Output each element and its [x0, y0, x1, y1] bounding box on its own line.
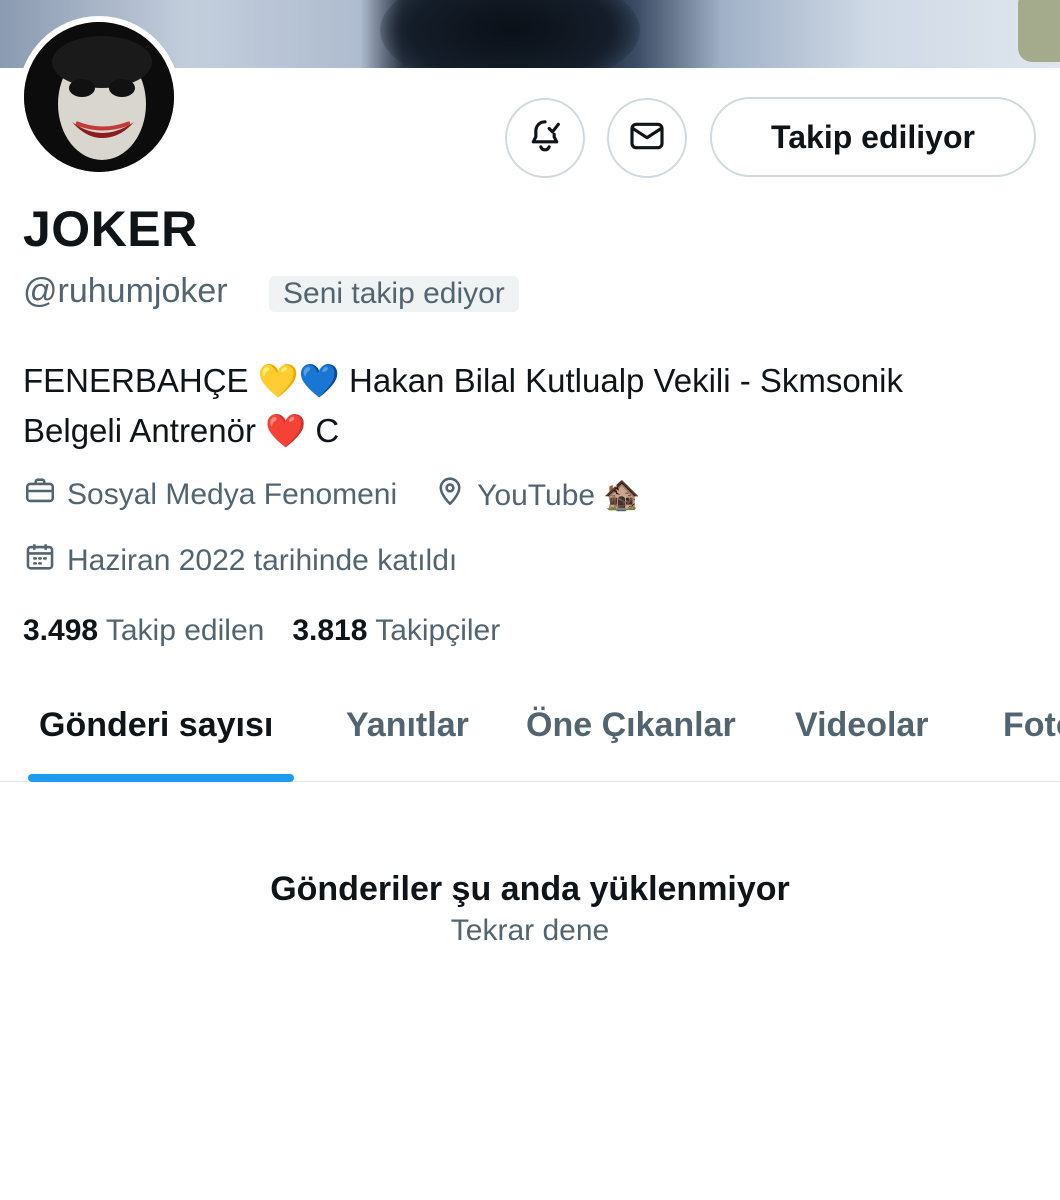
profile-name: JOKER — [23, 201, 198, 257]
empty-state-title: Gönderiler şu anda yüklenmiyor — [270, 870, 790, 908]
tab-highlights[interactable]: Öne Çıkanlar — [526, 706, 736, 745]
banner-figure — [380, 0, 640, 68]
active-tab-indicator — [28, 774, 294, 782]
following-button[interactable]: Takip ediliyor — [710, 97, 1036, 177]
tab-videos[interactable]: Videolar — [795, 706, 929, 745]
profile-bio: FENERBAHÇE 💛💙 Hakan Bilal Kutlualp Vekil… — [23, 356, 1043, 456]
message-button[interactable] — [607, 98, 687, 178]
profile-meta-row: Sosyal Medya Fenomeni YouTube 🏚️ — [23, 474, 641, 516]
calendar-icon — [23, 540, 67, 582]
followers-stat[interactable]: 3.818 Takipçiler — [292, 614, 500, 648]
profession-item: Sosyal Medya Fenomeni — [23, 474, 397, 516]
tab-photos[interactable]: Foto — [1003, 706, 1060, 745]
profile-tabs: Gönderi sayısı Yanıtlar Öne Çıkanlar Vid… — [0, 690, 1060, 782]
follow-stats: 3.498 Takip edilen 3.818 Takipçiler — [23, 614, 528, 648]
profile-handle: @ruhumjoker — [23, 272, 228, 310]
tab-posts[interactable]: Gönderi sayısı — [39, 706, 273, 745]
bio-line-1: FENERBAHÇE 💛💙 Hakan Bilal Kutlualp Vekil… — [23, 362, 903, 399]
banner-corner — [1018, 0, 1060, 62]
location-text: YouTube 🏚️ — [477, 478, 641, 512]
location-item: YouTube 🏚️ — [433, 474, 641, 516]
joined-item: Haziran 2022 tarihinde katıldı — [23, 540, 457, 582]
avatar[interactable] — [18, 16, 180, 178]
following-stat[interactable]: 3.498 Takip edilen — [23, 614, 264, 648]
bio-line-2: Belgeli Antrenör ❤️ C — [23, 412, 340, 449]
followers-label: Takipçiler — [375, 614, 501, 647]
follows-you-badge: Seni takip ediyor — [269, 276, 519, 312]
notifications-button[interactable] — [505, 98, 585, 178]
bell-check-icon — [525, 116, 565, 161]
profession-text: Sosyal Medya Fenomeni — [67, 478, 398, 511]
followers-count: 3.818 — [292, 614, 368, 647]
tab-replies[interactable]: Yanıtlar — [346, 706, 469, 745]
avatar-image — [24, 22, 174, 172]
retry-link[interactable]: Tekrar dene — [0, 914, 1060, 948]
envelope-icon — [627, 116, 667, 161]
following-count: 3.498 — [23, 614, 99, 647]
location-pin-icon — [433, 474, 477, 516]
joined-text: Haziran 2022 tarihinde katıldı — [67, 544, 458, 577]
joined-row: Haziran 2022 tarihinde katıldı — [23, 540, 457, 582]
briefcase-icon — [23, 474, 67, 516]
following-label: Takip edilen — [105, 614, 265, 647]
